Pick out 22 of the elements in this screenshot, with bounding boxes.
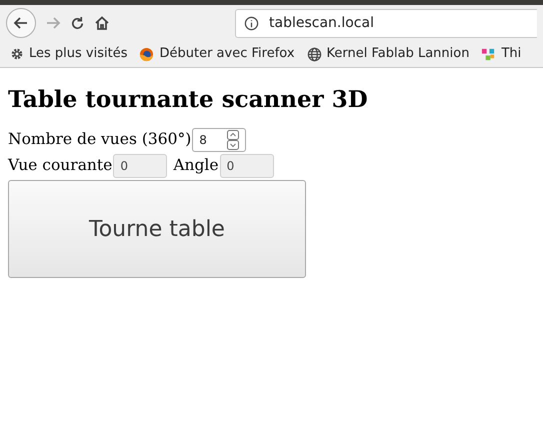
turn-table-button[interactable]: Tourne table — [8, 180, 306, 278]
url-text: tablescan.local — [269, 14, 374, 32]
spinner-icon[interactable] — [227, 130, 240, 150]
bookmark[interactable]: Thi — [481, 44, 522, 64]
bookmark[interactable]: Kernel Fablab Lannion — [306, 44, 470, 64]
firefox-icon — [139, 46, 154, 62]
info-icon — [244, 16, 259, 30]
globe-icon — [306, 46, 322, 62]
back-arrow-icon — [13, 15, 29, 31]
gear-icon — [10, 47, 24, 61]
field-label: Nombre de vues (360°) — [8, 129, 192, 150]
page-title: Table tournante scanner 3D — [8, 86, 369, 113]
app-icon — [481, 46, 496, 62]
field-label: Vue courante — [8, 155, 112, 176]
field-label: Angle — [173, 155, 219, 176]
number-field[interactable]: 8 — [192, 128, 246, 152]
bookmark[interactable]: Les plus visités — [10, 44, 128, 64]
address-bar[interactable]: tablescan.local — [235, 8, 537, 38]
home-icon[interactable] — [94, 15, 110, 31]
back-button[interactable] — [6, 8, 36, 38]
reload-icon[interactable] — [70, 16, 85, 30]
bookmark[interactable]: Débuter avec Firefox — [139, 44, 295, 64]
